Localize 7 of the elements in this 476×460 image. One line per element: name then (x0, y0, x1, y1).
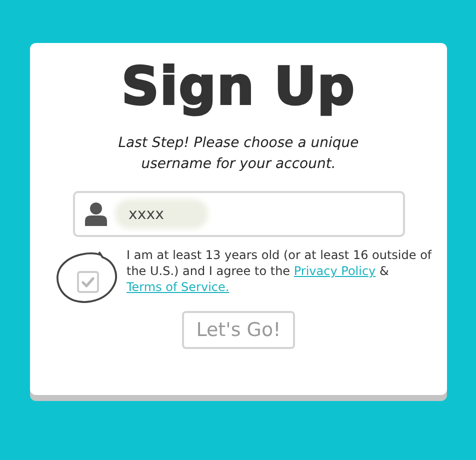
username-field[interactable]: xxxx (72, 191, 404, 237)
consent-text: I am at least 13 years old (or at least 16 outside of the U.S.) and I agree to the Privacy Policy & Terms of Service. (126, 247, 432, 295)
username-value: xxxx (118, 203, 204, 225)
checkmark-icon (80, 274, 96, 290)
page-title: Sign Up (121, 56, 356, 119)
user-icon (84, 202, 106, 226)
instruction-text: Last Step! Please choose a unique username for your account. (117, 134, 360, 174)
